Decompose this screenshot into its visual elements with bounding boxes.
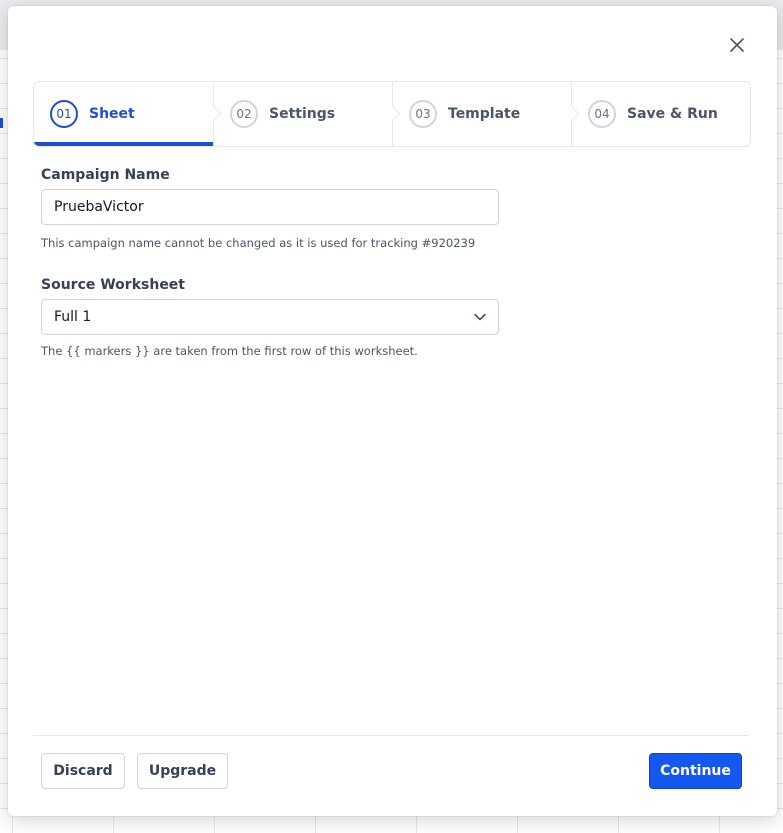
- background-selection-mark: [0, 118, 3, 128]
- step-number: 02: [230, 100, 258, 128]
- close-button[interactable]: [726, 34, 748, 56]
- step-settings[interactable]: 02 Settings: [213, 82, 401, 146]
- step-number: 01: [50, 100, 78, 128]
- chevron-down-icon: [474, 313, 486, 321]
- source-worksheet-label: Source Worksheet: [41, 277, 185, 293]
- step-sheet[interactable]: 01 Sheet: [34, 82, 222, 146]
- discard-button[interactable]: Discard: [41, 753, 125, 789]
- campaign-name-label: Campaign Name: [41, 167, 170, 183]
- step-number: 03: [409, 100, 437, 128]
- campaign-wizard-dialog: 01 Sheet 02 Settings 03 Template 04 Save…: [8, 6, 777, 816]
- wizard-stepper: 01 Sheet 02 Settings 03 Template 04 Save…: [33, 81, 751, 147]
- step-number: 04: [588, 100, 616, 128]
- selected-worksheet: Full 1: [54, 309, 92, 325]
- close-icon: [730, 38, 744, 52]
- campaign-name-input[interactable]: [41, 189, 499, 225]
- step-label: Sheet: [89, 106, 135, 122]
- step-label: Settings: [269, 106, 336, 122]
- step-label: Template: [448, 106, 521, 122]
- source-worksheet-select[interactable]: Full 1: [41, 299, 499, 335]
- campaign-name-help: This campaign name cannot be changed as …: [41, 236, 476, 250]
- continue-button[interactable]: Continue: [649, 753, 742, 789]
- step-template[interactable]: 03 Template: [392, 82, 580, 146]
- step-save-and-run[interactable]: 04 Save & Run: [571, 82, 750, 146]
- upgrade-button[interactable]: Upgrade: [137, 753, 228, 789]
- source-worksheet-help: The {{ markers }} are taken from the fir…: [41, 344, 418, 358]
- step-label: Save & Run: [627, 106, 718, 122]
- footer-divider: [33, 735, 749, 736]
